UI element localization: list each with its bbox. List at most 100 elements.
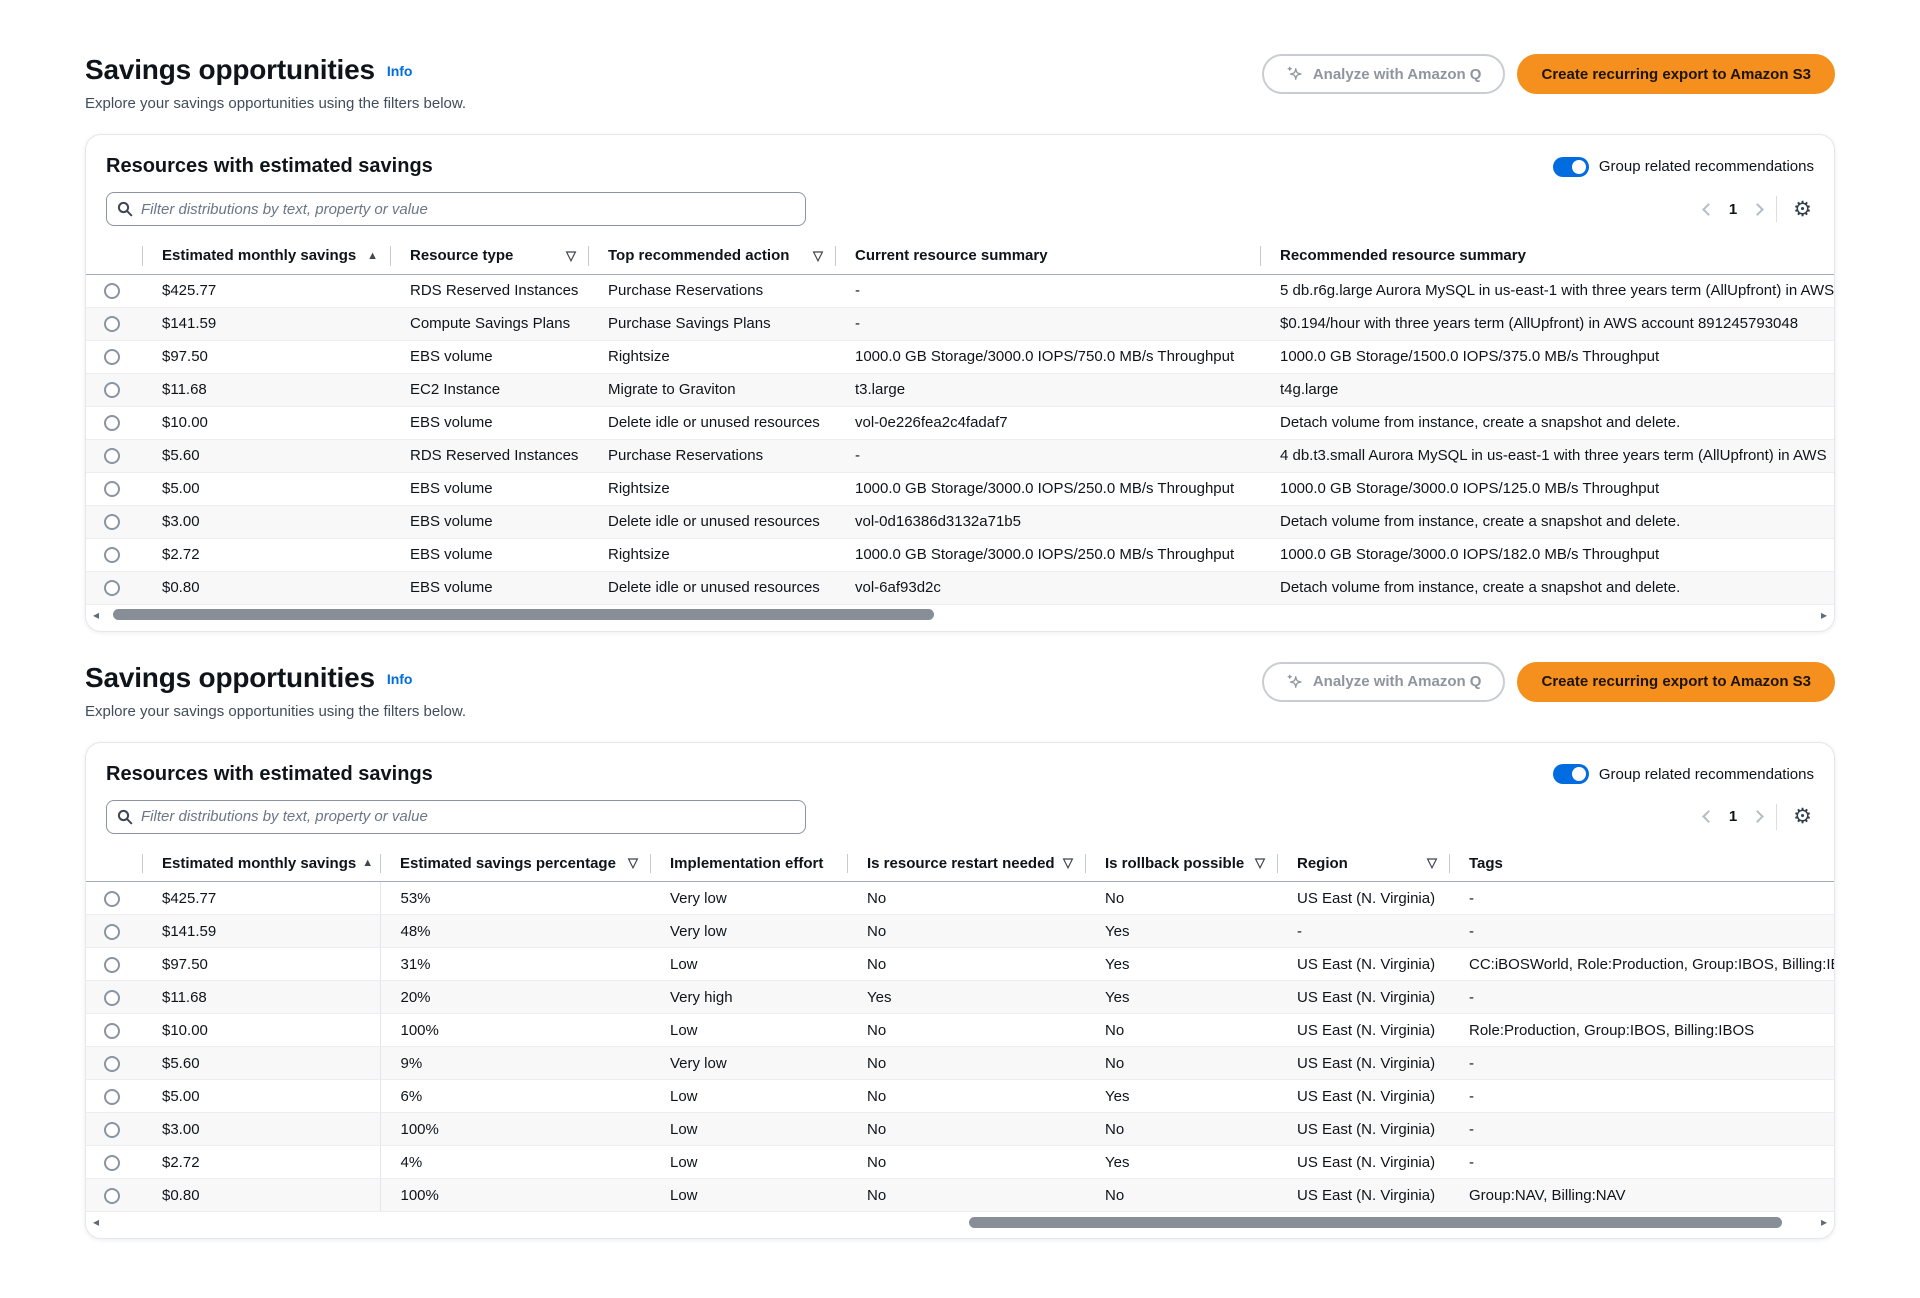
settings-button[interactable]: ⚙ <box>1791 806 1814 827</box>
column-header[interactable]: Region▽ <box>1277 846 1449 882</box>
row-radio-button[interactable] <box>104 1056 120 1072</box>
row-radio-button[interactable] <box>104 283 120 299</box>
table-cell: vol-0e226fea2c4fadaf7 <box>835 406 1260 439</box>
table-cell: $2.72 <box>142 538 390 571</box>
next-page-button[interactable] <box>1751 810 1764 823</box>
table-cell: Very high <box>650 981 847 1014</box>
table-cell: $0.80 <box>142 571 390 604</box>
column-header[interactable]: Top recommended action ▽ <box>588 238 835 274</box>
table-cell: - <box>1449 1047 1834 1080</box>
table-cell: $5.00 <box>142 472 390 505</box>
filter-icon[interactable]: ▽ <box>1255 855 1265 871</box>
column-header[interactable]: Implementation effort <box>650 846 847 882</box>
previous-page-button[interactable] <box>1702 810 1715 823</box>
sort-ascending-icon[interactable]: ▲ <box>362 857 373 869</box>
filter-icon[interactable]: ▽ <box>566 248 576 264</box>
row-radio-button[interactable] <box>104 481 120 497</box>
scroll-right-button[interactable]: ▸ <box>1818 609 1830 621</box>
row-radio-button[interactable] <box>104 990 120 1006</box>
row-radio-button[interactable] <box>104 1023 120 1039</box>
filter-icon[interactable]: ▽ <box>628 855 638 871</box>
row-radio-button[interactable] <box>104 448 120 464</box>
table-row: $11.68EC2 InstanceMigrate to Gravitont3.… <box>86 373 1834 406</box>
toolbar-divider <box>1776 196 1777 222</box>
row-radio-button[interactable] <box>104 924 120 940</box>
table-cell: 48% <box>380 915 650 948</box>
resources-card: Resources with estimated savings Group r… <box>85 134 1835 632</box>
row-radio-button[interactable] <box>104 1155 120 1171</box>
column-header[interactable]: Current resource summary <box>835 238 1260 274</box>
table-cell: No <box>847 1047 1085 1080</box>
page-number[interactable]: 1 <box>1729 808 1737 825</box>
row-radio-button[interactable] <box>104 1188 120 1204</box>
row-radio-button[interactable] <box>104 316 120 332</box>
table-cell: t4g.large <box>1260 373 1834 406</box>
next-page-button[interactable] <box>1751 203 1764 216</box>
column-header-label: Top recommended action <box>608 247 789 264</box>
table-cell: $97.50 <box>142 340 390 373</box>
row-radio-button[interactable] <box>104 580 120 596</box>
horizontal-scrollbar-thumb[interactable] <box>113 609 935 620</box>
table-cell: CC:iBOSWorld, Role:Production, Group:IBO… <box>1449 948 1834 981</box>
info-link[interactable]: Info <box>387 63 413 79</box>
filter-input[interactable] <box>141 808 795 825</box>
column-header-label: Current resource summary <box>855 247 1048 264</box>
row-radio-button[interactable] <box>104 547 120 563</box>
table-cell: US East (N. Virginia) <box>1277 1146 1449 1179</box>
search-icon <box>117 809 133 825</box>
row-radio-button[interactable] <box>104 891 120 907</box>
table-cell: No <box>847 1113 1085 1146</box>
create-recurring-export-button[interactable]: Create recurring export to Amazon S3 <box>1517 662 1835 702</box>
filter-input[interactable] <box>141 201 795 218</box>
table-cell: $97.50 <box>142 948 380 981</box>
table-container: Estimated monthly savings▲Resource type▽… <box>86 238 1834 605</box>
column-header[interactable]: Resource type▽ <box>390 238 588 274</box>
filter-icon[interactable]: ▽ <box>813 248 823 264</box>
sort-ascending-icon[interactable]: ▲ <box>367 250 378 262</box>
info-link[interactable]: Info <box>387 671 413 687</box>
row-radio-button[interactable] <box>104 382 120 398</box>
scroll-left-button[interactable]: ◂ <box>90 1216 102 1228</box>
column-header[interactable]: Estimated monthly savings▲ <box>142 846 380 882</box>
page-title: Savings opportunities <box>85 662 375 694</box>
table-cell: 6% <box>380 1080 650 1113</box>
row-radio-button[interactable] <box>104 415 120 431</box>
create-recurring-export-button[interactable]: Create recurring export to Amazon S3 <box>1517 54 1835 94</box>
column-header[interactable]: Estimated monthly savings▲ <box>142 238 390 274</box>
table-cell: US East (N. Virginia) <box>1277 948 1449 981</box>
table-cell: $141.59 <box>142 307 390 340</box>
table-container: Estimated monthly savings▲Estimated savi… <box>86 846 1834 1213</box>
page-number[interactable]: 1 <box>1729 201 1737 218</box>
table-cell: No <box>847 1014 1085 1047</box>
horizontal-scrollbar-thumb[interactable] <box>969 1217 1782 1228</box>
scroll-right-button[interactable]: ▸ <box>1818 1216 1830 1228</box>
column-header[interactable]: Recommended resource summary <box>1260 238 1834 274</box>
table-cell: Yes <box>1085 981 1277 1014</box>
analyze-with-amazon-q-button[interactable]: Analyze with Amazon Q <box>1262 662 1506 702</box>
row-radio-button[interactable] <box>104 514 120 530</box>
selection-column-header <box>86 238 142 274</box>
row-radio-button[interactable] <box>104 1089 120 1105</box>
row-radio-button[interactable] <box>104 1122 120 1138</box>
group-recommendations-toggle[interactable] <box>1553 157 1589 177</box>
analyze-with-amazon-q-button[interactable]: Analyze with Amazon Q <box>1262 54 1506 94</box>
table-row: $425.77RDS Reserved InstancesPurchase Re… <box>86 274 1834 307</box>
column-header[interactable]: Is rollback possible▽ <box>1085 846 1277 882</box>
settings-button[interactable]: ⚙ <box>1791 199 1814 220</box>
column-header[interactable]: Tags <box>1449 846 1834 882</box>
savings-opportunities-section-2: Savings opportunities Info Explore your … <box>85 662 1835 1240</box>
column-header-label: Implementation effort <box>670 855 823 872</box>
filter-icon[interactable]: ▽ <box>1063 855 1073 871</box>
row-radio-button[interactable] <box>104 957 120 973</box>
table-row: $5.60RDS Reserved InstancesPurchase Rese… <box>86 439 1834 472</box>
table-cell: Purchase Reservations <box>588 274 835 307</box>
gear-icon: ⚙ <box>1793 805 1812 828</box>
row-radio-button[interactable] <box>104 349 120 365</box>
column-header[interactable]: Is resource restart needed▽ <box>847 846 1085 882</box>
column-header[interactable]: Estimated savings percentage▽ <box>380 846 650 882</box>
scroll-left-button[interactable]: ◂ <box>90 609 102 621</box>
previous-page-button[interactable] <box>1702 203 1715 216</box>
filter-icon[interactable]: ▽ <box>1427 855 1437 871</box>
table-cell: vol-6af93d2c <box>835 571 1260 604</box>
group-recommendations-toggle[interactable] <box>1553 764 1589 784</box>
